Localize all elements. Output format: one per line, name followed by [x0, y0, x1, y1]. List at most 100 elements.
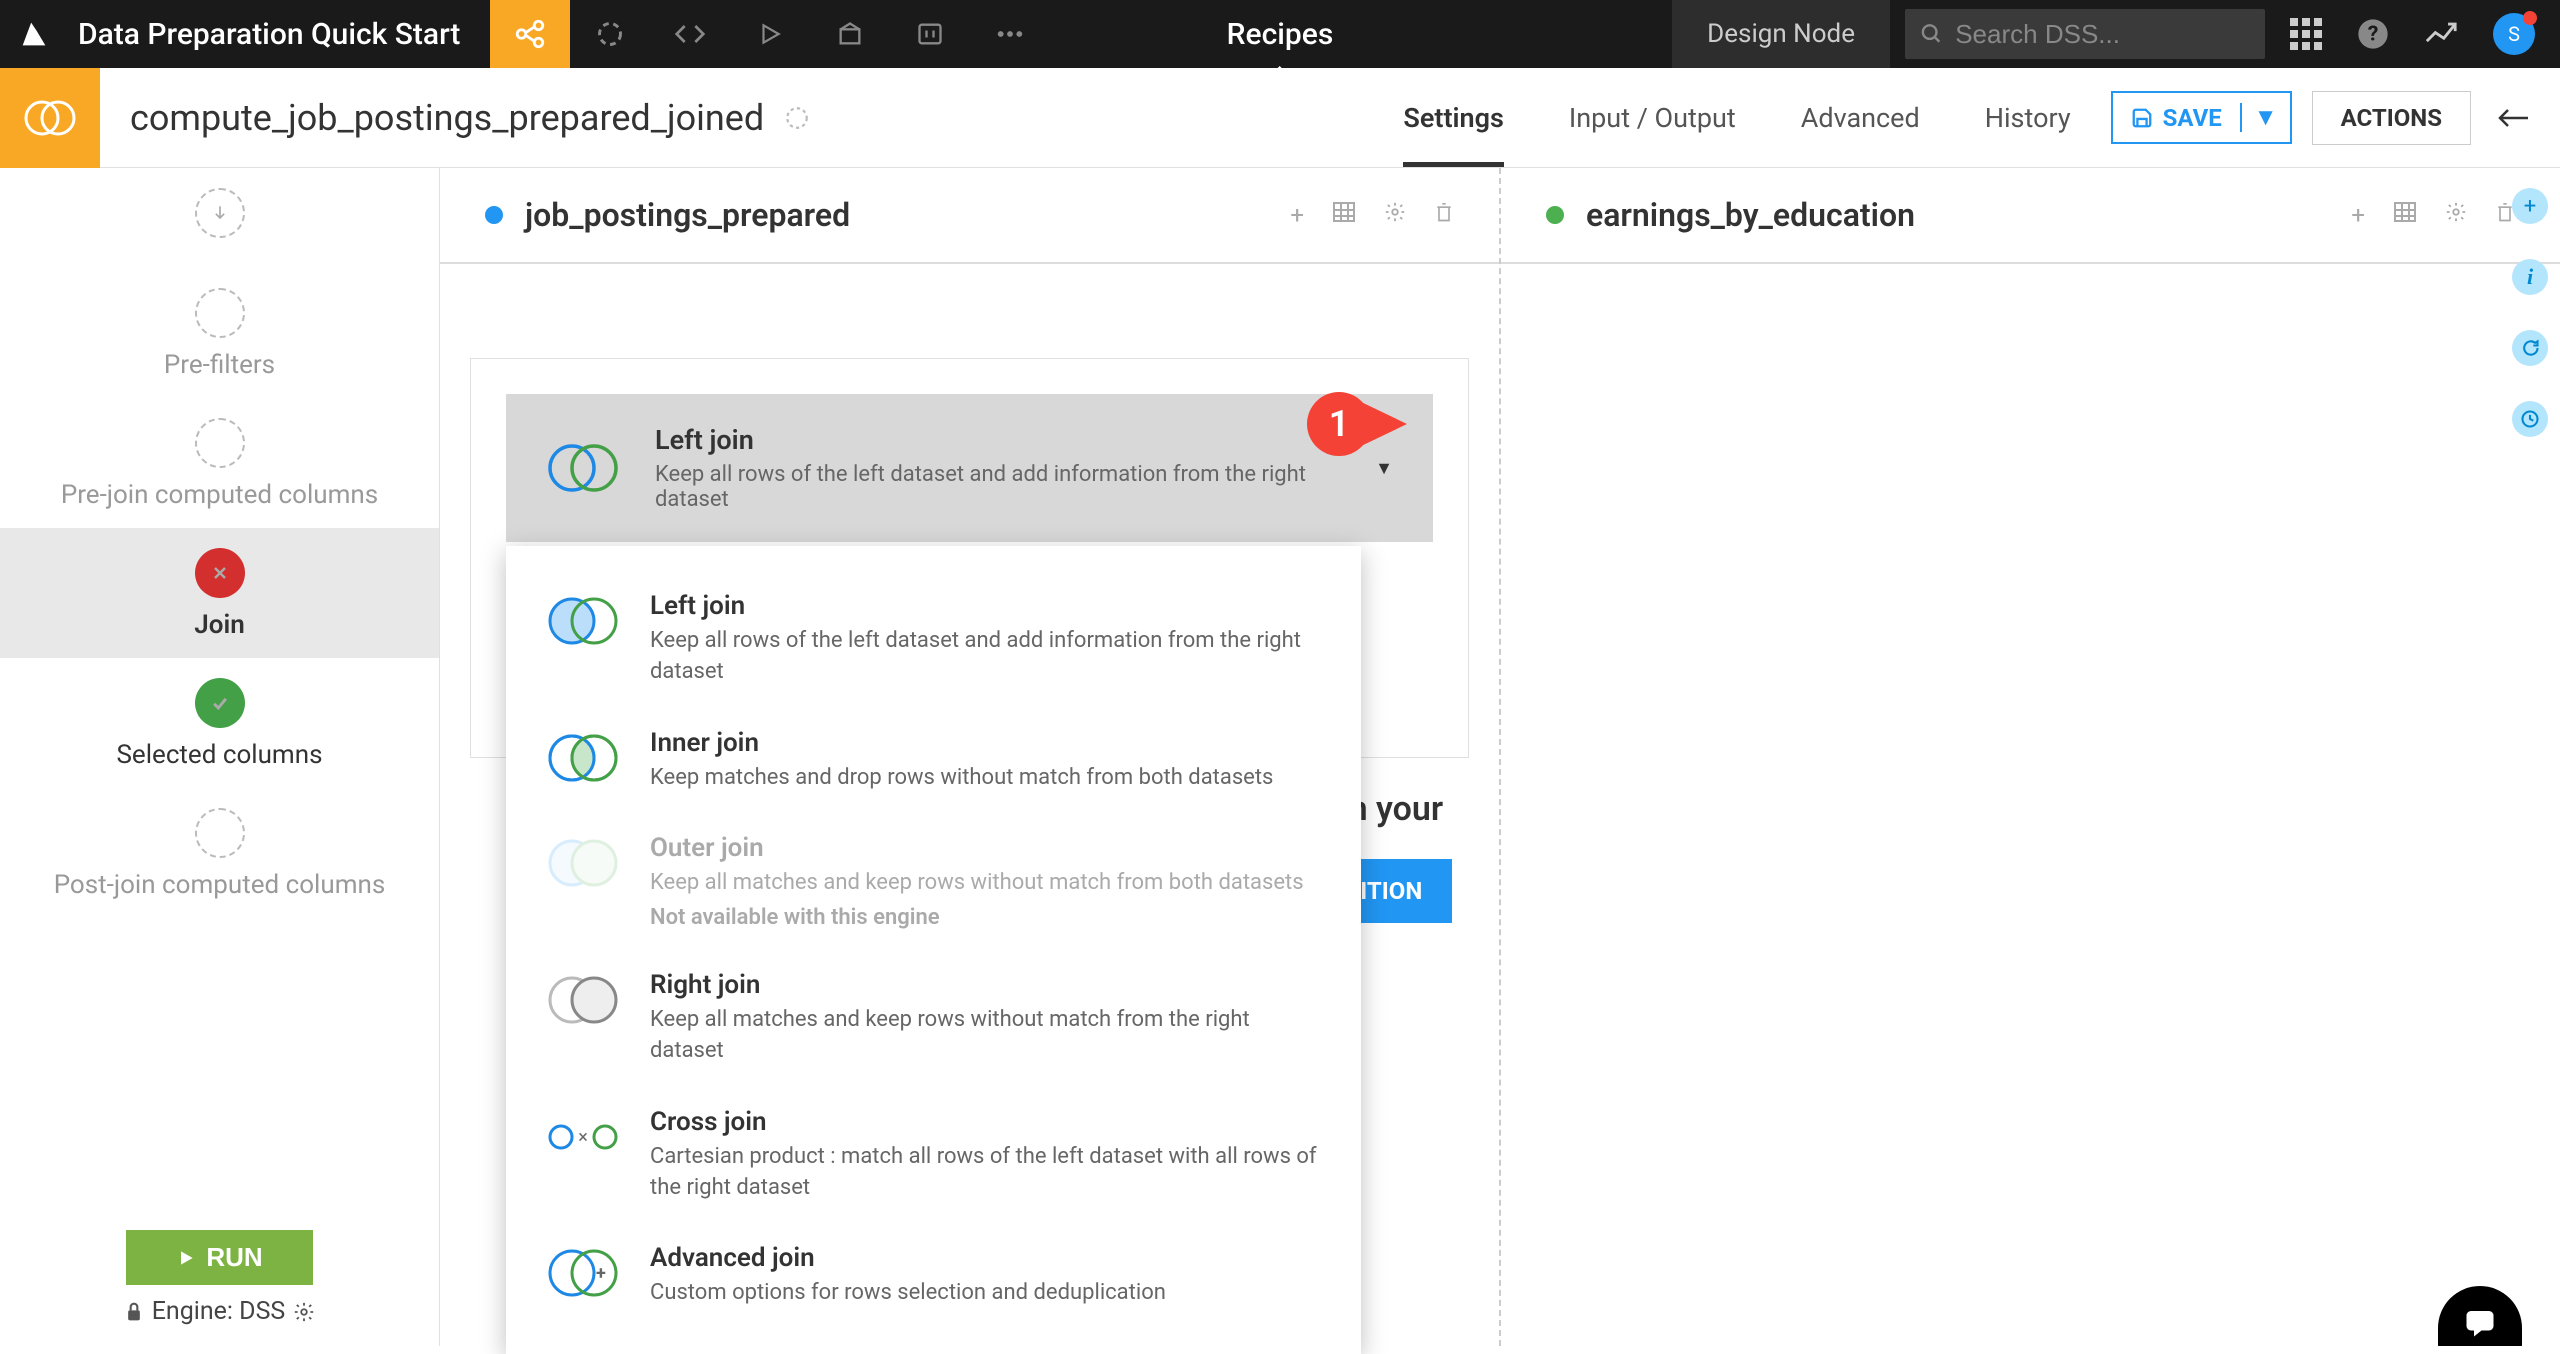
svg-text:+: +: [596, 1263, 606, 1284]
help-icon[interactable]: ?: [2357, 18, 2389, 50]
join-type-dropdown: Left join Keep all rows of the left data…: [506, 546, 1361, 1354]
join-option-title: Outer join: [650, 833, 1304, 863]
play-icon[interactable]: [730, 0, 810, 68]
dd-left-join[interactable]: Left join Keep all rows of the left data…: [506, 571, 1361, 708]
join-option-desc: Keep all rows of the left dataset and ad…: [650, 626, 1321, 688]
flow-icon[interactable]: [490, 0, 570, 68]
gear-icon[interactable]: [2445, 201, 2467, 223]
recipe-name: compute_job_postings_prepared_joined: [130, 97, 764, 139]
circle-icon[interactable]: [570, 0, 650, 68]
step-pre-filters[interactable]: Pre-filters: [0, 268, 439, 398]
join-option-desc: Custom options for rows selection and de…: [650, 1278, 1166, 1309]
avatar[interactable]: S: [2493, 13, 2535, 55]
add-icon[interactable]: +: [2351, 201, 2365, 229]
run-bar: RUN Engine: DSS: [0, 1210, 439, 1346]
table-icon[interactable]: [2393, 201, 2417, 223]
dd-cross-join[interactable]: × Cross join Cartesian product : match a…: [506, 1087, 1361, 1224]
actions-button[interactable]: ACTIONS: [2312, 91, 2471, 145]
step-circle: [195, 808, 245, 858]
dataset-dot-blue: [485, 206, 503, 224]
table-icon[interactable]: [1332, 201, 1356, 223]
tab-advanced[interactable]: Advanced: [1801, 68, 1920, 167]
join-option-desc: Keep all matches and keep rows without m…: [650, 868, 1304, 899]
rail-add-icon[interactable]: +: [2512, 188, 2548, 224]
step-label: Pre-join computed columns: [0, 480, 439, 510]
step-selected-columns[interactable]: Selected columns: [0, 658, 439, 788]
marker-number: 1: [1329, 403, 1350, 445]
rail-info-icon[interactable]: i: [2512, 259, 2548, 295]
dd-outer-join: Outer join Keep all matches and keep row…: [506, 813, 1361, 950]
add-icon[interactable]: +: [1290, 201, 1304, 229]
step-label: Selected columns: [0, 740, 439, 770]
left-dataset-column: job_postings_prepared + Select condition…: [440, 168, 1499, 1346]
dd-advanced-join[interactable]: + Advanced join Custom options for rows …: [506, 1223, 1361, 1329]
step-circle: [195, 418, 245, 468]
dd-inner-join[interactable]: Inner join Keep matches and drop rows wi…: [506, 708, 1361, 814]
dd-right-join[interactable]: Right join Keep all matches and keep row…: [506, 950, 1361, 1087]
right-dataset-actions: +: [2351, 201, 2515, 229]
notification-dot: [2523, 11, 2537, 25]
step-post-join-columns[interactable]: Post-join computed columns: [0, 788, 439, 918]
left-dataset-header: job_postings_prepared +: [440, 168, 1499, 264]
join-config-card: Select conditions to join your datasets …: [470, 358, 1469, 758]
back-arrow-icon[interactable]: [2496, 106, 2530, 130]
join-option-desc: Keep matches and drop rows without match…: [650, 763, 1273, 794]
left-dataset-name: job_postings_prepared: [525, 196, 850, 234]
engine-info[interactable]: Engine: DSS: [20, 1297, 419, 1326]
right-rail: + i: [2500, 168, 2560, 1346]
save-button[interactable]: SAVE ▼: [2111, 91, 2292, 144]
step-pre-join-columns[interactable]: Pre-join computed columns: [0, 398, 439, 528]
code-icon[interactable]: [650, 0, 730, 68]
activity-icon[interactable]: [2424, 21, 2458, 47]
step-label: Join: [0, 610, 439, 640]
breadcrumb-recipes[interactable]: Recipes: [1227, 0, 1334, 68]
svg-text:×: ×: [578, 1127, 588, 1148]
rail-chat-icon[interactable]: [2512, 330, 2548, 366]
trash-icon[interactable]: [1434, 201, 1454, 225]
join-type-selector[interactable]: Left join Keep all rows of the left data…: [506, 394, 1433, 542]
rail-history-icon[interactable]: [2512, 401, 2548, 437]
left-dataset-actions: +: [1290, 201, 1454, 229]
save-caret[interactable]: ▼: [2240, 103, 2290, 132]
design-node-label[interactable]: Design Node: [1672, 0, 1890, 68]
step-start-icon: [195, 188, 245, 238]
venn-left-icon: [546, 443, 620, 493]
join-option-na: Not available with this engine: [650, 905, 1304, 930]
save-icon: [2131, 107, 2153, 129]
top-bar: Data Preparation Quick Start Recipes Des…: [0, 0, 2560, 68]
box-icon[interactable]: [810, 0, 890, 68]
project-title[interactable]: Data Preparation Quick Start: [78, 17, 460, 52]
play-icon: [176, 1248, 196, 1268]
run-button[interactable]: RUN: [126, 1230, 312, 1285]
tab-history[interactable]: History: [1985, 68, 2071, 167]
apps-icon[interactable]: [2290, 18, 2322, 50]
join-option-desc: Keep all matches and keep rows without m…: [650, 1005, 1321, 1067]
search-box[interactable]: [1905, 9, 2265, 59]
join-option-title: Advanced join: [650, 1243, 1166, 1273]
more-icon[interactable]: [970, 0, 1050, 68]
step-start[interactable]: [0, 168, 439, 268]
step-circle: [195, 288, 245, 338]
gear-icon: [293, 1301, 315, 1323]
step-join[interactable]: Join: [0, 528, 439, 658]
step-check-icon: [195, 678, 245, 728]
step-label: Pre-filters: [0, 350, 439, 380]
join-option-title: Left join: [650, 591, 1321, 621]
dashboard-icon[interactable]: [890, 0, 970, 68]
search-icon: [1920, 21, 1943, 47]
topbar-right: Design Node ? S: [1672, 0, 2560, 68]
tab-settings[interactable]: Settings: [1403, 68, 1504, 167]
gear-icon[interactable]: [1384, 201, 1406, 223]
dataiku-logo-icon[interactable]: [0, 0, 68, 68]
topbar-far-icons: ? S: [2290, 13, 2535, 55]
chevron-down-icon: ▼: [1375, 458, 1393, 479]
join-option-title: Cross join: [650, 1107, 1321, 1137]
tab-input-output[interactable]: Input / Output: [1569, 68, 1736, 167]
avatar-initial: S: [2508, 22, 2520, 46]
selected-join-title: Left join: [655, 424, 1340, 456]
steps-sidebar: Pre-filters Pre-join computed columns Jo…: [0, 168, 440, 1346]
refresh-icon[interactable]: [784, 105, 810, 131]
run-label: RUN: [206, 1242, 262, 1273]
search-input[interactable]: [1955, 19, 2250, 50]
main-area: Pre-filters Pre-join computed columns Jo…: [0, 168, 2560, 1346]
